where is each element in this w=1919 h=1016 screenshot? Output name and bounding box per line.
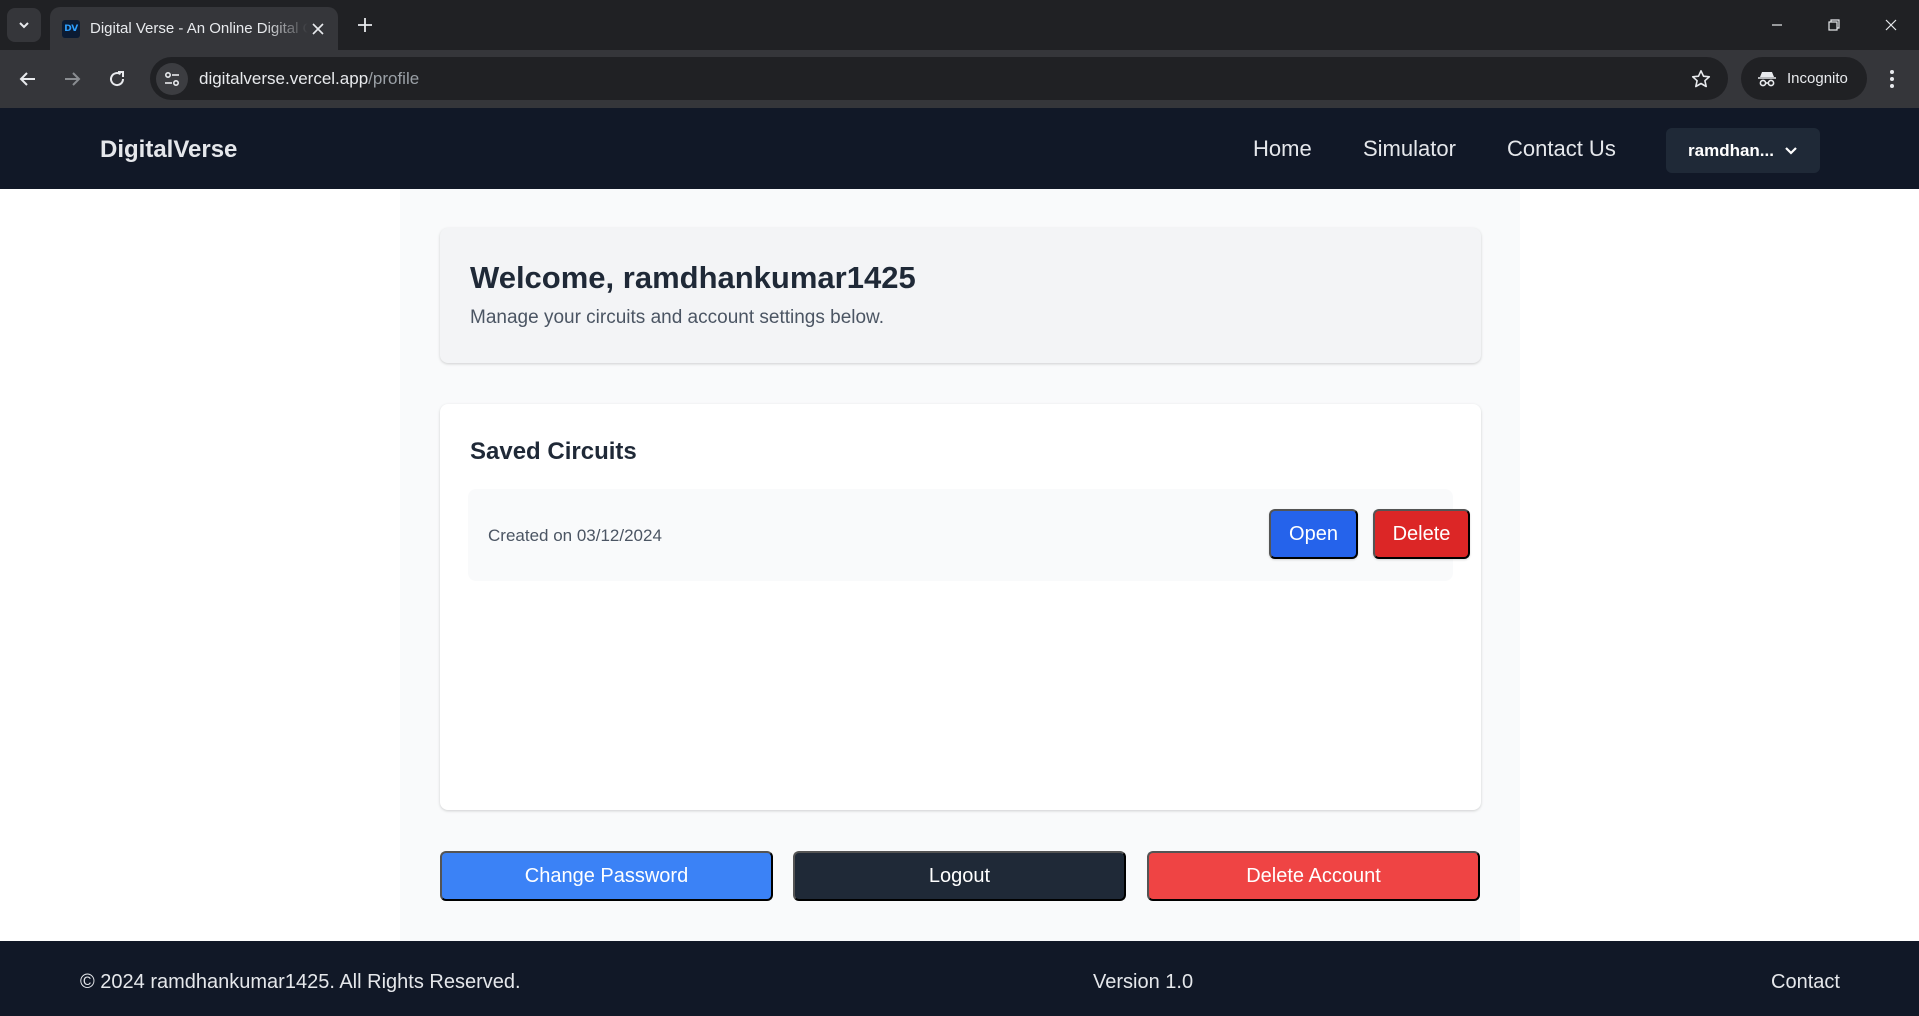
bookmark-button[interactable] xyxy=(1684,62,1718,96)
tab-search-icon xyxy=(19,22,29,29)
welcome-title: Welcome, ramdhankumar1425 xyxy=(470,260,916,295)
footer-copyright: © 2024 ramdhankumar1425. All Rights Rese… xyxy=(80,971,521,993)
browser-tab[interactable]: DV Digital Verse - An Online Digital Cir… xyxy=(50,7,338,50)
window-controls xyxy=(1748,0,1919,50)
back-button[interactable] xyxy=(12,63,44,95)
tab-search-button[interactable] xyxy=(7,8,41,42)
saved-circuits-card: Saved Circuits Created on 03/12/2024 Ope… xyxy=(440,404,1481,810)
nav-link-simulator[interactable]: Simulator xyxy=(1363,136,1456,162)
url-host: digitalverse.vercel.app xyxy=(199,68,369,88)
site-footer: © 2024 ramdhankumar1425. All Rights Rese… xyxy=(0,941,1919,1016)
forward-arrow-icon xyxy=(65,72,81,86)
open-circuit-button[interactable]: Open xyxy=(1269,509,1358,559)
delete-account-button[interactable]: Delete Account xyxy=(1147,851,1480,901)
close-icon xyxy=(312,22,324,35)
site-navbar: DigitalVerse Home Simulator Contact Us r… xyxy=(0,108,1919,189)
minimize-button[interactable] xyxy=(1748,0,1805,50)
saved-circuits-title: Saved Circuits xyxy=(470,438,637,465)
more-vert-icon xyxy=(1890,70,1894,88)
new-tab-button[interactable] xyxy=(351,11,379,39)
nav-link-home[interactable]: Home xyxy=(1253,136,1312,162)
logout-button[interactable]: Logout xyxy=(793,851,1126,901)
profile-main: Welcome, ramdhankumar1425 Manage your ci… xyxy=(400,189,1520,941)
incognito-label: Incognito xyxy=(1787,70,1848,87)
forward-button[interactable] xyxy=(56,63,88,95)
footer-contact-link[interactable]: Contact xyxy=(1771,971,1840,994)
reload-button[interactable] xyxy=(101,63,133,95)
nav-link-contact-us[interactable]: Contact Us xyxy=(1507,136,1616,162)
delete-circuit-button[interactable]: Delete xyxy=(1373,509,1470,559)
incognito-icon xyxy=(1758,71,1776,86)
star-icon xyxy=(1691,69,1711,87)
circuit-list-item: Created on 03/12/2024 Open Delete xyxy=(468,489,1470,581)
url-text: digitalverse.vercel.app/profile xyxy=(199,69,1684,89)
site-settings-icon xyxy=(164,71,180,86)
close-window-button[interactable] xyxy=(1862,0,1919,50)
minimize-icon xyxy=(1771,24,1782,26)
brand-logo[interactable]: DigitalVerse xyxy=(100,136,237,164)
user-menu-label: ramdhan... xyxy=(1688,140,1774,160)
welcome-card: Welcome, ramdhankumar1425 Manage your ci… xyxy=(440,228,1481,363)
change-password-button[interactable]: Change Password xyxy=(440,851,773,901)
site-info-button[interactable] xyxy=(156,62,188,95)
browser-toolbar: digitalverse.vercel.app/profile Incognit… xyxy=(0,50,1919,108)
back-arrow-icon xyxy=(19,72,35,86)
plus-icon xyxy=(358,18,372,32)
address-bar[interactable]: digitalverse.vercel.app/profile xyxy=(150,57,1728,100)
restore-icon xyxy=(1827,19,1840,31)
footer-version: Version 1.0 xyxy=(1093,971,1194,993)
restore-button[interactable] xyxy=(1805,0,1862,50)
browser-tab-strip: DV Digital Verse - An Online Digital Cir… xyxy=(0,0,1919,50)
incognito-indicator[interactable]: Incognito xyxy=(1741,57,1867,100)
url-path: /profile xyxy=(368,68,420,88)
reload-icon xyxy=(110,71,125,87)
tab-close-button[interactable] xyxy=(308,19,328,39)
browser-menu-button[interactable] xyxy=(1876,63,1908,95)
circuit-created-date: Created on 03/12/2024 xyxy=(488,526,662,545)
close-icon xyxy=(1885,19,1896,31)
user-menu-button[interactable]: ramdhan... xyxy=(1666,128,1820,173)
tab-title: Digital Verse - An Online Digital Circui… xyxy=(90,20,308,37)
welcome-subtitle: Manage your circuits and account setting… xyxy=(470,307,885,328)
favicon: DV xyxy=(62,19,80,38)
chevron-down-icon xyxy=(1785,146,1797,155)
